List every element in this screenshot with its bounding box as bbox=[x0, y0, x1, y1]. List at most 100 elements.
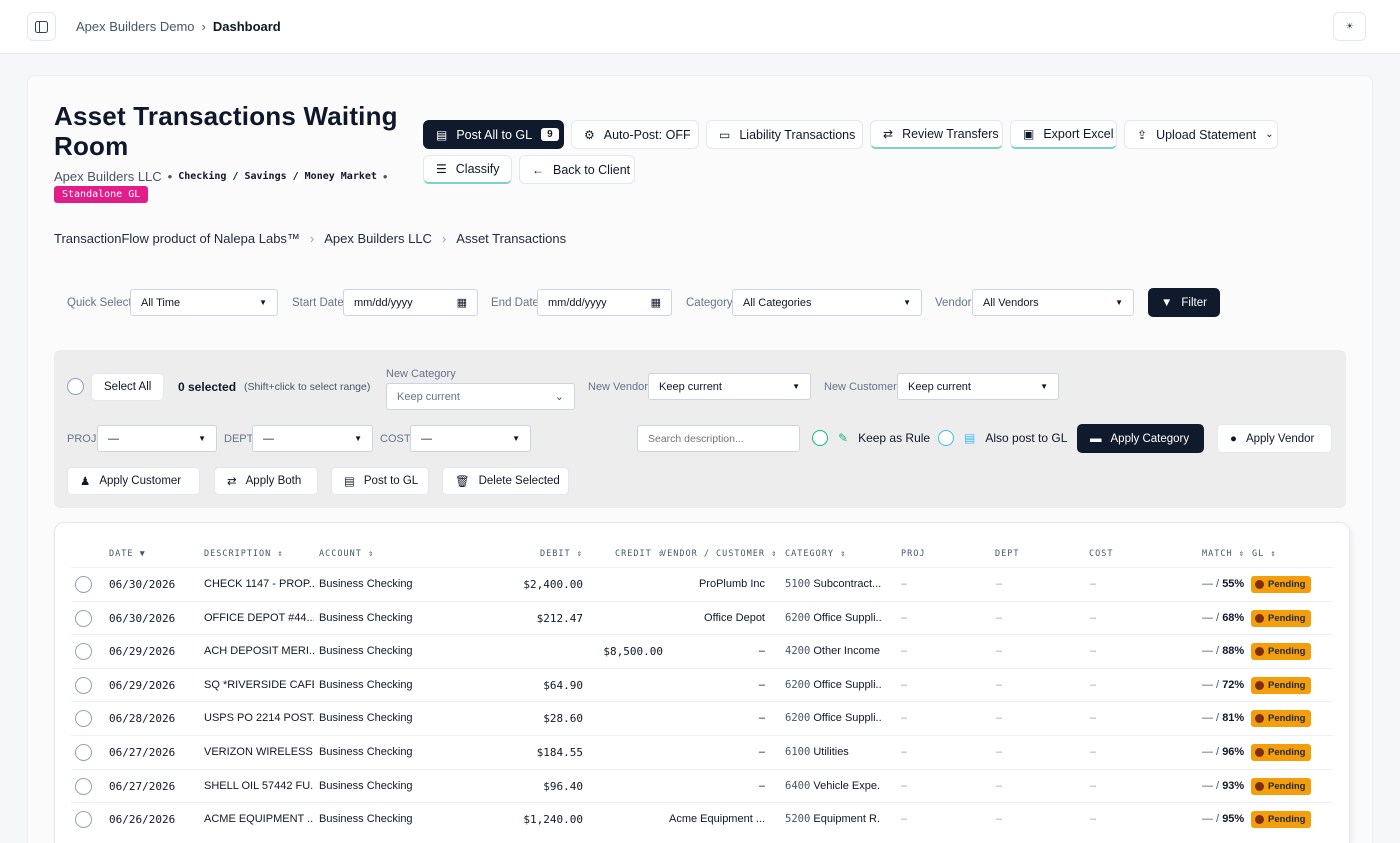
export-excel-button[interactable]: ▣ Export Excel bbox=[1010, 120, 1117, 149]
also-post-checkbox[interactable] bbox=[938, 430, 954, 446]
robot-icon: ⚙ bbox=[584, 127, 595, 142]
auto-post-toggle-button[interactable]: ⚙ Auto-Post: OFF bbox=[571, 120, 699, 149]
table-row[interactable]: 06/30/2026 CHECK 1147 - PROP... Business C… bbox=[71, 567, 1333, 601]
table-row[interactable]: 06/29/2026 SQ *RIVERSIDE CAFE Business Che… bbox=[71, 667, 1333, 702]
status-badge[interactable]: Pending bbox=[1251, 777, 1312, 795]
column-header-category[interactable]: CATEGORY ⇕ bbox=[785, 549, 846, 559]
status-badge[interactable]: Pending bbox=[1251, 710, 1312, 728]
status-badge[interactable]: Pending bbox=[1251, 609, 1312, 627]
proj-dropdown[interactable]: — ▼ bbox=[97, 425, 217, 452]
row-checkbox[interactable] bbox=[75, 710, 92, 728]
table-row[interactable]: 06/27/2026 SHELL OIL 57442 FU... Business … bbox=[71, 768, 1333, 803]
column-header-vendor[interactable]: VENDOR / CUSTOMER ⇕ bbox=[661, 549, 777, 559]
status-badge[interactable]: Pending bbox=[1251, 811, 1312, 829]
cell-match: — / 55% bbox=[1202, 578, 1244, 590]
breadcrumb-item-root[interactable]: TransactionFlow product of Nalepa Labs™ bbox=[54, 231, 300, 246]
cost-dropdown[interactable]: — ▼ bbox=[410, 425, 531, 452]
cell-dept: – bbox=[996, 678, 1003, 691]
new-vendor-dropdown[interactable]: Keep current ▼ bbox=[648, 373, 811, 400]
new-customer-dropdown[interactable]: Keep current ▼ bbox=[897, 373, 1059, 400]
review-transfers-button[interactable]: ⇄ Review Transfers bbox=[870, 120, 1003, 149]
cell-category: 6200 Office Suppli... bbox=[785, 612, 881, 624]
sidebar-icon bbox=[35, 20, 48, 33]
category-filter-dropdown[interactable]: All Categories ▼ bbox=[732, 289, 922, 316]
also-post-to-gl-toggle[interactable]: ▤ Also post to GL bbox=[938, 430, 1067, 446]
column-header-account[interactable]: ACCOUNT ⇕ bbox=[319, 549, 374, 559]
row-checkbox[interactable] bbox=[75, 576, 92, 593]
new-category-dropdown[interactable]: Keep current ⌄ bbox=[386, 383, 575, 410]
column-header-credit[interactable]: CREDIT ⇕ bbox=[615, 549, 664, 559]
end-date-input[interactable]: mm/dd/yyyy ▦ bbox=[537, 289, 672, 316]
row-checkbox[interactable] bbox=[75, 777, 92, 795]
match-percent: 81% bbox=[1222, 712, 1245, 725]
post-all-to-gl-button[interactable]: ▤ Post All to GL 9 bbox=[423, 120, 564, 149]
start-date-input[interactable]: mm/dd/yyyy ▦ bbox=[343, 289, 478, 316]
post-to-gl-button[interactable]: ▤ Post to GL bbox=[331, 467, 429, 495]
classify-button[interactable]: ☰ Classify bbox=[423, 155, 512, 184]
sort-icon: ⇕ bbox=[1238, 549, 1245, 559]
cell-vendor: – bbox=[758, 645, 765, 658]
theme-toggle-button[interactable]: ☀ bbox=[1333, 12, 1366, 41]
folder-icon: ▬ bbox=[1090, 432, 1102, 445]
row-checkbox[interactable] bbox=[75, 811, 92, 829]
status-badge-label: Pending bbox=[1268, 646, 1306, 658]
cell-proj: – bbox=[901, 746, 908, 758]
cell-match: — / 93% bbox=[1202, 780, 1244, 792]
breadcrumb-item-client[interactable]: Apex Builders LLC bbox=[324, 231, 432, 246]
sort-icon: ⇕ bbox=[1270, 549, 1277, 559]
apply-both-button[interactable]: ⇄ Apply Both bbox=[214, 467, 318, 495]
row-checkbox[interactable] bbox=[75, 676, 92, 694]
liability-transactions-button[interactable]: ▭ Liability Transactions bbox=[706, 120, 863, 149]
apply-customer-button[interactable]: ♟ Apply Customer bbox=[67, 467, 200, 495]
dept-dropdown[interactable]: — ▼ bbox=[252, 425, 373, 452]
delete-selected-label: Delete Selected bbox=[478, 475, 560, 487]
top-breadcrumb-separator: › bbox=[201, 19, 206, 34]
row-checkbox[interactable] bbox=[75, 643, 92, 661]
quick-select-dropdown[interactable]: All Time ▼ bbox=[130, 289, 278, 316]
cell-dept: – bbox=[996, 746, 1003, 758]
column-header-debit[interactable]: DEBIT ⇕ bbox=[540, 549, 583, 559]
select-all-checkbox[interactable] bbox=[67, 378, 84, 395]
keep-as-rule-toggle[interactable]: ✎ Keep as Rule bbox=[812, 430, 930, 446]
cell-vendor: – bbox=[758, 746, 765, 758]
status-badge[interactable]: Pending bbox=[1251, 676, 1312, 694]
sort-icon: ⇕ bbox=[576, 549, 583, 559]
status-badge[interactable]: Pending bbox=[1251, 643, 1312, 661]
vendor-filter-dropdown[interactable]: All Vendors ▼ bbox=[972, 289, 1134, 316]
match-percent: 88% bbox=[1222, 645, 1245, 658]
cell-debit: $1,240.00 bbox=[523, 813, 583, 827]
column-header-match[interactable]: MATCH ⇕ bbox=[1202, 549, 1245, 559]
column-header-gl-label: GL bbox=[1252, 549, 1265, 559]
column-header-description[interactable]: DESCRIPTION ⇕ bbox=[204, 549, 284, 559]
category-code: 5100 bbox=[785, 578, 811, 590]
top-breadcrumb-root[interactable]: Apex Builders Demo bbox=[76, 19, 195, 34]
caret-down-icon: ▼ bbox=[1040, 382, 1048, 391]
table-row[interactable]: 06/30/2026 OFFICE DEPOT #44... Business Ch… bbox=[71, 600, 1333, 635]
status-badge[interactable]: Pending bbox=[1251, 744, 1312, 761]
back-to-client-button[interactable]: ← Back to Client bbox=[519, 155, 635, 184]
sidebar-toggle-button[interactable] bbox=[27, 12, 56, 41]
column-header-gl[interactable]: GL ⇕ bbox=[1252, 549, 1277, 559]
row-checkbox[interactable] bbox=[75, 609, 92, 627]
table-row[interactable]: 06/27/2026 VERIZON WIRELESS ... Business C… bbox=[71, 735, 1333, 769]
row-checkbox[interactable] bbox=[75, 744, 92, 761]
apply-vendor-button[interactable]: ● Apply Vendor bbox=[1217, 424, 1332, 453]
cost-value: — bbox=[421, 432, 432, 445]
upload-statement-button[interactable]: ⇪ Upload Statement ⌄ bbox=[1124, 120, 1278, 149]
cell-date: 06/28/2026 bbox=[109, 712, 176, 726]
filter-button[interactable]: ▼ Filter bbox=[1148, 288, 1220, 317]
book-icon: ▤ bbox=[436, 127, 448, 142]
keep-as-rule-checkbox[interactable] bbox=[812, 430, 828, 446]
post-all-count: 9 bbox=[541, 128, 559, 141]
status-badge-label: Pending bbox=[1268, 713, 1306, 725]
cell-cost: – bbox=[1090, 578, 1097, 590]
table-row[interactable]: 06/26/2026 ACME EQUIPMENT ... Business Che… bbox=[71, 802, 1333, 836]
apply-category-button[interactable]: ▬ Apply Category bbox=[1077, 424, 1204, 453]
table-row[interactable]: 06/28/2026 USPS PO 2214 POST... Business C… bbox=[71, 701, 1333, 735]
table-row[interactable]: 06/29/2026 ACH DEPOSIT MERI... Business Ch… bbox=[71, 634, 1333, 668]
search-description-input[interactable] bbox=[637, 425, 800, 452]
select-all-button[interactable]: Select All bbox=[91, 373, 165, 401]
column-header-date[interactable]: DATE ▼ bbox=[109, 549, 146, 559]
status-badge[interactable]: Pending bbox=[1251, 576, 1312, 593]
delete-selected-button[interactable]: 🗑 Delete Selected bbox=[442, 467, 569, 495]
